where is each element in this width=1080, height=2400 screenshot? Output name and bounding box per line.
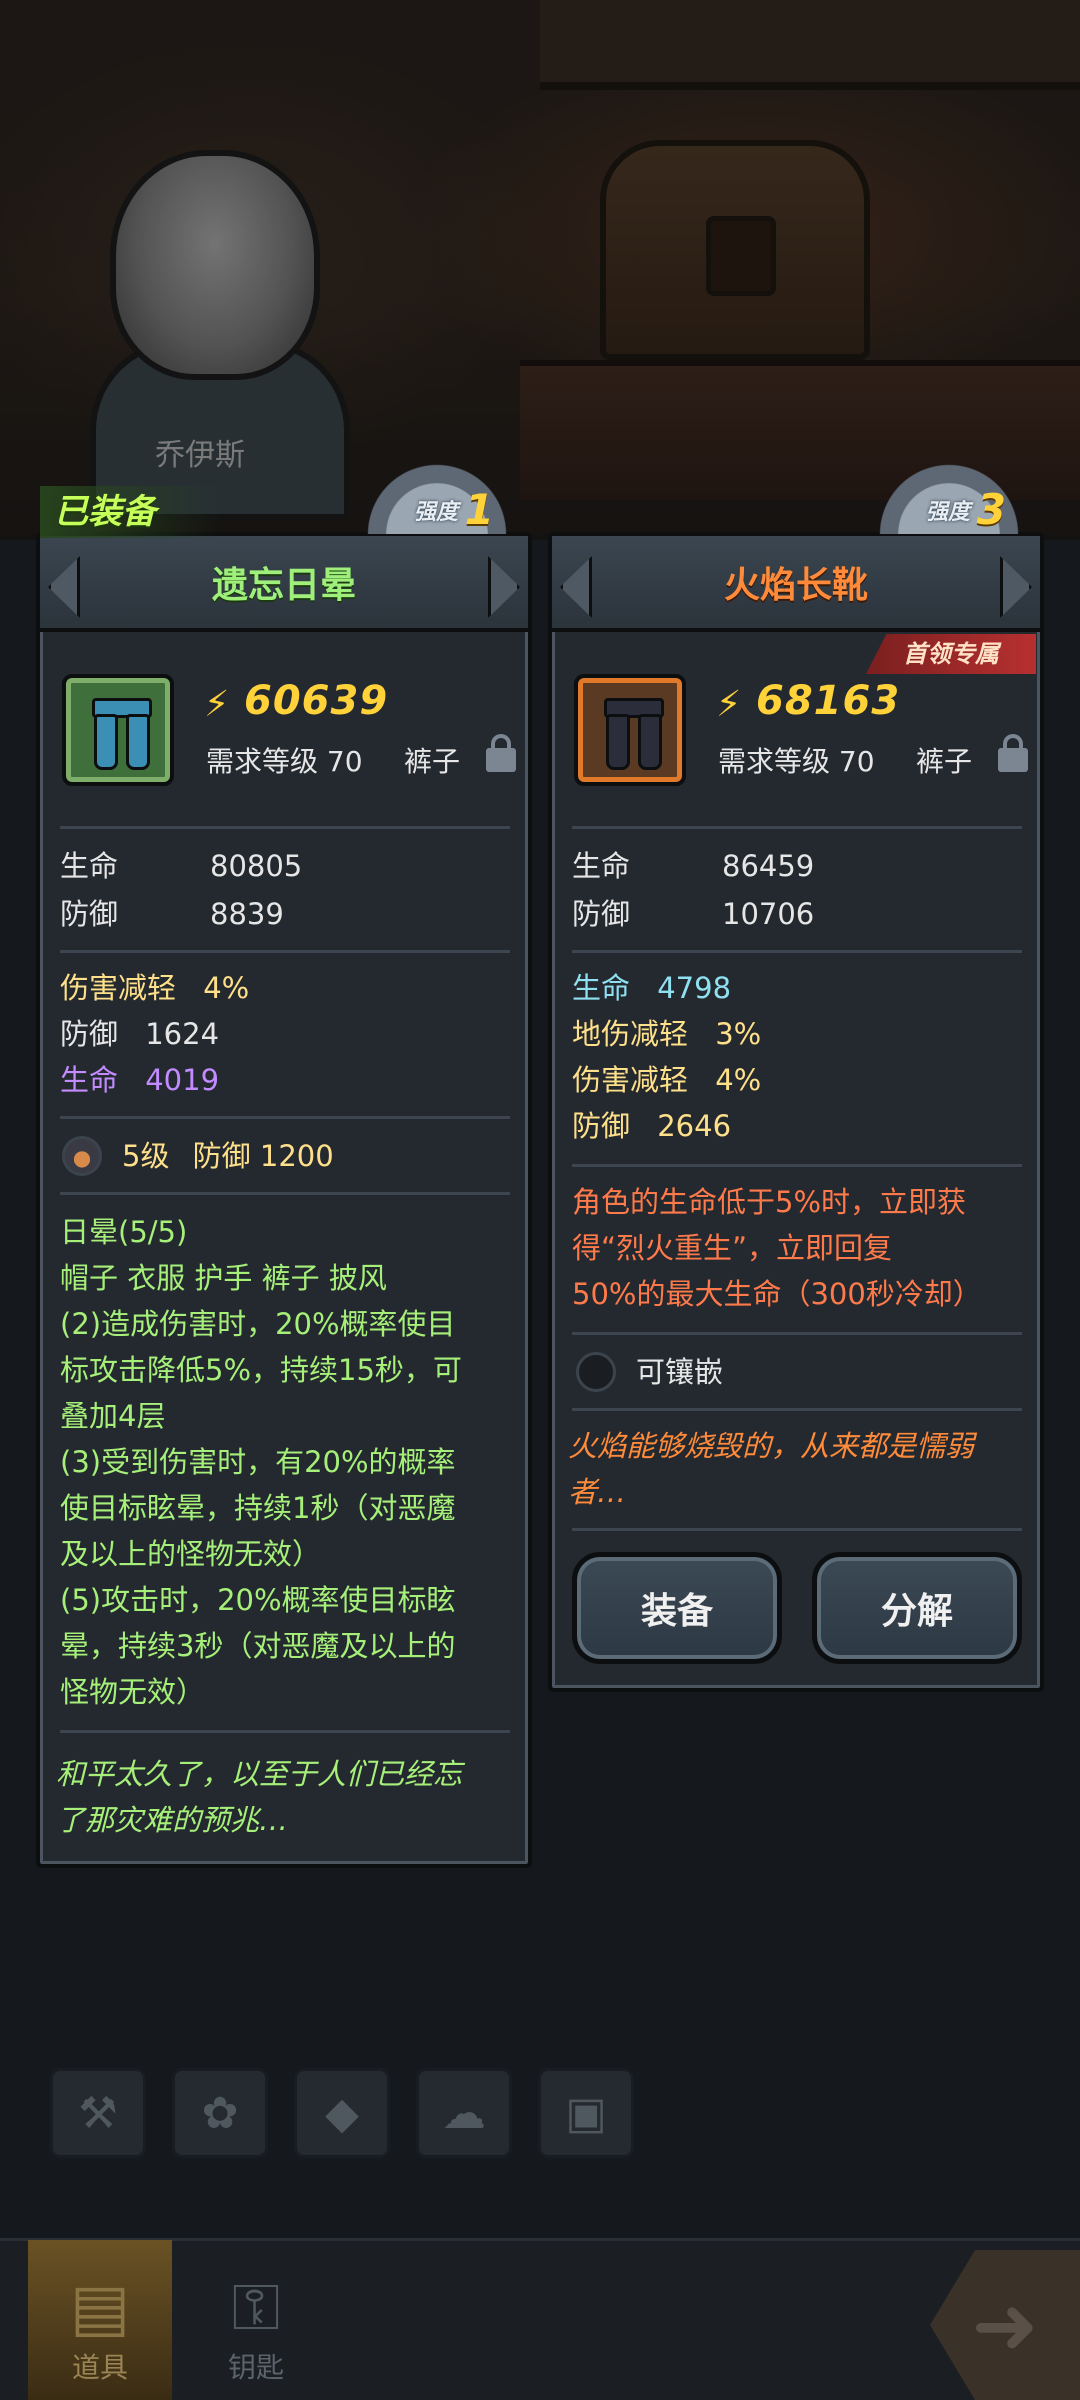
equipped-power: 60639: [244, 678, 389, 724]
socket-label: 可镶嵌: [636, 1355, 724, 1389]
lock-icon[interactable]: [486, 734, 516, 772]
extra-stat-def: 防御 2646: [572, 1109, 732, 1143]
set-line: 使目标眩晕，持续1秒（对恶魔: [60, 1491, 456, 1525]
strength-value: 3: [976, 485, 1006, 534]
special-effect-text: 得“烈火重生”，立即回复: [572, 1231, 893, 1265]
compare-flavor-text: 者…: [568, 1475, 627, 1509]
equipped-flavor-text: 了那灾难的预兆…: [56, 1803, 289, 1837]
gem-category-tab[interactable]: ◆: [294, 2068, 390, 2158]
base-stat-hp: 生命 80805: [60, 849, 303, 883]
power-icon: ⚡: [716, 684, 742, 725]
equipped-slot: 裤子: [404, 745, 461, 778]
hero-name[interactable]: 乔伊斯: [110, 428, 290, 484]
compare-power: 68163: [756, 678, 901, 724]
set-line: (5)攻击时，20%概率使目标眩: [60, 1583, 456, 1617]
strength-value: 1: [464, 485, 494, 534]
compare-item-header: 火焰长靴: [552, 536, 1040, 632]
lock-icon[interactable]: [998, 734, 1028, 772]
set-line: 怪物无效）: [60, 1675, 206, 1709]
strength-gear-right: 强度 3: [874, 448, 1024, 534]
strength-label: 强度: [925, 500, 970, 525]
extra-stat-hp: 生命 4019: [60, 1063, 220, 1097]
material-icon: ☁: [442, 2087, 486, 2139]
special-effect-text: 角色的生命低于5%时，立即获: [572, 1185, 967, 1219]
equipped-item-header: 遗忘日晕: [40, 536, 528, 632]
compare-item-icon[interactable]: [574, 674, 686, 786]
equipped-item-name: 遗忘日晕: [211, 565, 356, 606]
equipped-item-icon[interactable]: [62, 674, 174, 786]
set-pieces: 帽子 衣服 护手 裤子 披风: [60, 1261, 387, 1295]
chest-category-tab[interactable]: ▣: [538, 2068, 634, 2158]
dismantle-button[interactable]: 分解: [812, 1552, 1022, 1664]
extra-stat-dmg-reduction: 伤害减轻 4%: [572, 1063, 762, 1097]
key-icon: ⚿: [231, 2271, 281, 2345]
compare-flavor-text: 火焰能够烧毁的，从来都是懦弱: [568, 1429, 975, 1463]
chest-icon: ▣: [565, 2087, 607, 2139]
equipped-flavor-text: 和平太久了，以至于人们已经忘: [56, 1757, 463, 1791]
nav-items-tab[interactable]: ▤ 道具: [28, 2240, 172, 2400]
extra-stat-hp: 生命 4798: [572, 971, 732, 1005]
gem-bonus: 5级 防御 1200: [122, 1139, 334, 1173]
boss-exclusive-badge: 首领专属: [866, 634, 1036, 674]
set-line: 叠加4层: [60, 1399, 166, 1433]
set-line: (2)造成伤害时，20%概率使目: [60, 1307, 456, 1341]
set-title: 日晕(5/5): [60, 1215, 188, 1249]
equip-button[interactable]: 装备: [572, 1552, 782, 1664]
empty-socket-icon[interactable]: [576, 1352, 616, 1392]
weapon-icon: ⚒: [78, 2087, 118, 2139]
base-stat-hp: 生命 86459: [572, 849, 815, 883]
backpack-icon: ▤: [69, 2271, 131, 2345]
special-effect-text: 50%的最大生命（300秒冷却）: [572, 1277, 982, 1311]
pet-category-tab[interactable]: ✿: [172, 2068, 268, 2158]
set-line: (3)受到伤害时，有20%的概率: [60, 1445, 456, 1479]
base-stat-def: 防御 10706: [572, 897, 815, 931]
base-stat-def: 防御 8839: [60, 897, 284, 931]
strength-gear-left: 强度 1: [362, 448, 512, 534]
extra-stat-def: 防御 1624: [60, 1017, 220, 1051]
weapon-category-tab[interactable]: ⚒: [50, 2068, 146, 2158]
nav-keys-tab[interactable]: ⚿ 钥匙: [184, 2240, 328, 2400]
extra-stat-dmg-reduction: 伤害减轻 4%: [60, 971, 250, 1005]
power-icon: ⚡: [204, 684, 230, 725]
compare-requirement: 需求等级 70: [718, 745, 875, 778]
pants-icon: [604, 698, 664, 770]
gem-icon: ◆: [325, 2087, 359, 2139]
gem-socket-icon[interactable]: [62, 1136, 102, 1176]
pants-icon: [92, 698, 152, 770]
compare-slot: 裤子: [916, 745, 973, 778]
set-line: 标攻击降低5%，持续15秒，可: [60, 1353, 462, 1387]
equipped-tag: 已装备: [40, 486, 220, 538]
equipped-requirement: 需求等级 70: [206, 745, 363, 778]
compare-item-name: 火焰长靴: [723, 565, 868, 606]
set-line: 晕，持续3秒（对恶魔及以上的: [60, 1629, 456, 1663]
strength-label: 强度: [413, 500, 458, 525]
extra-stat-ground-dmg-reduction: 地伤减轻 3%: [572, 1017, 762, 1051]
arrow-right-icon: ➜: [971, 2278, 1039, 2372]
material-category-tab[interactable]: ☁: [416, 2068, 512, 2158]
set-line: 及以上的怪物无效）: [60, 1537, 322, 1571]
paw-icon: ✿: [201, 2087, 239, 2139]
